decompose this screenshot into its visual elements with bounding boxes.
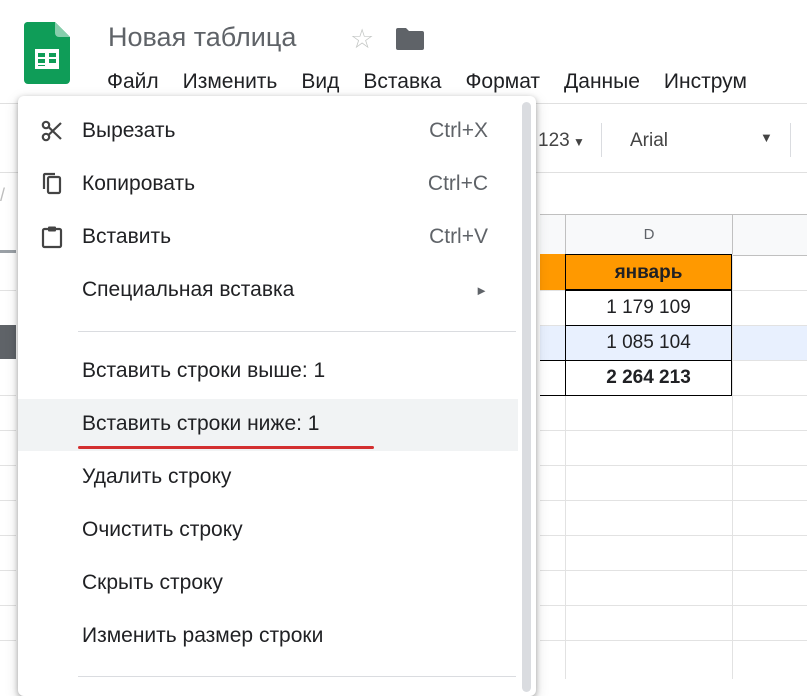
menu-item-label: Вырезать (82, 119, 176, 142)
document-title[interactable]: Новая таблица (108, 22, 296, 53)
menu-separator (78, 331, 516, 332)
grid-line (540, 605, 807, 606)
grid-line (540, 535, 807, 536)
clipboard-icon (41, 226, 63, 249)
grid-line (540, 570, 807, 571)
header-cell-january[interactable]: январь (565, 254, 732, 290)
grid-line (0, 290, 16, 291)
folder-icon[interactable] (396, 28, 424, 50)
chevron-down-icon[interactable]: ▼ (760, 130, 773, 145)
cell-D-row1[interactable]: 1 179 109 (565, 290, 732, 326)
menu-item-label: Вставить (82, 225, 172, 248)
menu-data[interactable]: Данные (564, 70, 640, 100)
menu-item-label: Очистить строку (82, 518, 243, 541)
context-menu: Вырезать Ctrl+X Копировать Ctrl+C Встави… (18, 96, 536, 696)
grid-line (0, 535, 16, 536)
menu-item-label: Специальная вставка (82, 278, 295, 301)
grid-line (0, 500, 16, 501)
column-header-D[interactable]: D (566, 226, 732, 243)
shortcut-label: Ctrl+C (427, 172, 488, 195)
grid-line (0, 430, 16, 431)
menu-item-label: Скрыть строку (82, 571, 223, 594)
highlight-underline (78, 446, 374, 449)
grid-line (0, 640, 16, 641)
submenu-arrow-icon: ► (475, 283, 488, 298)
menu-item-insert-rows-below[interactable]: Вставить строки ниже: 1 (18, 399, 518, 451)
font-select[interactable]: Arial (630, 130, 668, 152)
menu-item-copy[interactable]: Копировать Ctrl+C (18, 159, 518, 211)
grid-line (540, 640, 807, 641)
grid-line (540, 465, 807, 466)
star-icon[interactable]: ☆ (350, 22, 374, 56)
shortcut-label: Ctrl+X (429, 119, 488, 142)
menu-tools[interactable]: Инструм (664, 70, 747, 100)
menu-scrollbar[interactable] (522, 102, 531, 692)
cell-D-row2[interactable]: 1 085 104 (565, 325, 732, 361)
sheets-logo-icon[interactable] (24, 22, 70, 84)
menu-item-resize-row[interactable]: Изменить размер строки (18, 611, 518, 663)
menu-item-label: Копировать (82, 172, 196, 195)
menu-item-label: Изменить размер строки (82, 624, 324, 647)
menu-item-cut[interactable]: Вырезать Ctrl+X (18, 106, 518, 158)
menu-item-hide-row[interactable]: Скрыть строку (18, 558, 518, 610)
grid-line (540, 430, 807, 431)
grid-line (0, 570, 16, 571)
menu-item-label: Вставить строки выше: 1 (82, 359, 326, 382)
menu-item-paste-special[interactable]: Специальная вставка ► (18, 265, 518, 317)
number-format-label: 123 (538, 130, 570, 151)
number-format-button[interactable]: 123 ▼ (538, 130, 585, 152)
grid-line (0, 605, 16, 606)
copy-icon (42, 172, 62, 195)
row-header-edge (0, 250, 16, 253)
grid-line (732, 254, 733, 679)
grid-line (732, 214, 733, 254)
cell-C-total[interactable] (540, 360, 565, 396)
shortcut-label: Ctrl+V (429, 225, 488, 248)
grid-line (0, 465, 16, 466)
chevron-down-icon: ▼ (569, 135, 585, 149)
menu-item-label: Вставить строки ниже: 1 (82, 412, 320, 435)
menu-item-paste[interactable]: Вставить Ctrl+V (18, 212, 518, 264)
header-cell-C[interactable] (540, 254, 565, 290)
row-header-selected[interactable] (0, 325, 16, 359)
menu-item-delete-row[interactable]: Удалить строку (18, 452, 518, 504)
grid-line (0, 395, 16, 396)
toolbar-separator (601, 123, 602, 157)
menu-item-clear-row[interactable]: Очистить строку (18, 505, 518, 557)
toolbar-separator (790, 123, 791, 157)
menu-item-insert-rows-above[interactable]: Вставить строки выше: 1 (18, 346, 518, 398)
formula-bar-icon: / (0, 185, 6, 205)
menu-separator (78, 676, 516, 677)
menu-item-label: Удалить строку (82, 465, 232, 488)
grid-line (540, 500, 807, 501)
scissors-icon (41, 120, 62, 142)
cell-D-total[interactable]: 2 264 213 (565, 360, 732, 396)
